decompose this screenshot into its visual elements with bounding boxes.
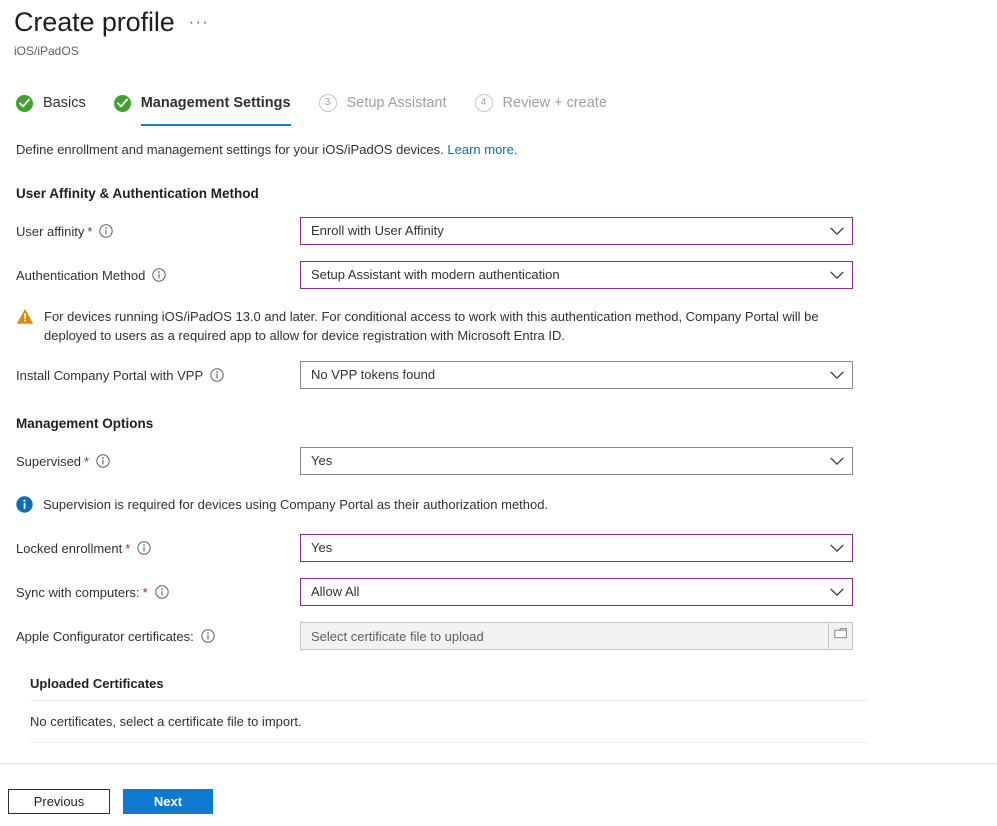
tab-basics[interactable]: Basics bbox=[16, 86, 86, 122]
check-circle-icon bbox=[113, 94, 131, 112]
tab-setup-assistant-label: Setup Assistant bbox=[346, 95, 447, 111]
label-authentication-method-text: Authentication Method bbox=[16, 267, 146, 283]
tab-management-settings[interactable]: Management Settings bbox=[113, 86, 291, 126]
dropdown-sync-with-computers[interactable]: Allow All bbox=[300, 578, 853, 606]
info-icon[interactable] bbox=[96, 454, 110, 468]
label-apple-configurator-certificates-text: Apple Configurator certificates: bbox=[16, 628, 194, 644]
check-circle-icon bbox=[16, 94, 33, 112]
field-install-company-portal-vpp: No VPP tokens found bbox=[300, 361, 853, 389]
footer-separator bbox=[0, 763, 997, 764]
step-number-4: 4 bbox=[474, 94, 493, 112]
form-content: Define enrollment and management setting… bbox=[0, 141, 997, 743]
field-row-locked-enrollment: Locked enrollment * Yes bbox=[16, 534, 981, 562]
dropdown-locked-enrollment-value: Yes bbox=[311, 540, 333, 555]
step-number-3: 3 bbox=[318, 94, 337, 112]
field-supervised: Yes bbox=[300, 447, 853, 475]
required-indicator: * bbox=[87, 223, 93, 239]
warning-message-text: For devices running iOS/iPadOS 13.0 and … bbox=[44, 309, 819, 343]
chevron-down-icon bbox=[830, 368, 844, 383]
info-message-text: Supervision is required for devices usin… bbox=[43, 497, 549, 512]
upload-row: Select certificate file to upload bbox=[300, 622, 853, 650]
dropdown-install-company-portal-vpp[interactable]: No VPP tokens found bbox=[300, 361, 853, 389]
dropdown-supervised[interactable]: Yes bbox=[300, 447, 853, 475]
label-user-affinity: User affinity * bbox=[16, 223, 300, 240]
certificate-file-input[interactable]: Select certificate file to upload bbox=[300, 622, 829, 650]
info-icon[interactable] bbox=[201, 629, 215, 643]
title-block: Create profile iOS/iPadOS bbox=[14, 6, 175, 58]
field-row-sync-with-computers: Sync with computers: * Allow All bbox=[16, 578, 981, 606]
field-row-supervised: Supervised * Yes bbox=[16, 447, 981, 475]
info-icon[interactable] bbox=[137, 541, 151, 555]
page-title: Create profile bbox=[14, 7, 175, 37]
intro-description: Define enrollment and management setting… bbox=[16, 141, 981, 159]
info-icon[interactable] bbox=[210, 368, 224, 382]
chevron-down-icon bbox=[830, 585, 844, 600]
dropdown-user-affinity[interactable]: Enroll with User Affinity bbox=[300, 217, 853, 245]
label-sync-with-computers: Sync with computers: * bbox=[16, 584, 300, 601]
info-icon[interactable] bbox=[99, 224, 114, 238]
dropdown-authentication-method[interactable]: Setup Assistant with modern authenticati… bbox=[300, 261, 853, 289]
field-authentication-method: Setup Assistant with modern authenticati… bbox=[300, 261, 853, 289]
info-circle-icon bbox=[16, 496, 33, 518]
label-locked-enrollment: Locked enrollment * bbox=[16, 540, 300, 557]
folder-icon bbox=[833, 627, 848, 645]
tab-review-create-label: Review + create bbox=[502, 95, 607, 111]
dropdown-supervised-value: Yes bbox=[311, 453, 333, 468]
label-supervised: Supervised * bbox=[16, 453, 300, 470]
dropdown-user-affinity-value: Enroll with User Affinity bbox=[311, 223, 444, 238]
field-row-install-company-portal-vpp: Install Company Portal with VPP No VPP t… bbox=[16, 361, 981, 389]
label-authentication-method: Authentication Method bbox=[16, 267, 300, 284]
field-apple-configurator-certificates: Select certificate file to upload bbox=[300, 622, 853, 650]
browse-folder-button[interactable] bbox=[829, 622, 853, 650]
page-header: Create profile iOS/iPadOS ··· bbox=[0, 0, 997, 58]
dropdown-install-company-portal-vpp-value: No VPP tokens found bbox=[311, 367, 436, 382]
more-options-icon[interactable]: ··· bbox=[189, 15, 210, 31]
field-row-authentication-method: Authentication Method Setup Assistant wi… bbox=[16, 261, 981, 289]
info-message: Supervision is required for devices usin… bbox=[16, 495, 861, 518]
required-indicator: * bbox=[142, 584, 148, 600]
required-indicator: * bbox=[125, 540, 131, 556]
next-button[interactable]: Next bbox=[123, 789, 213, 814]
learn-more-link[interactable]: Learn more. bbox=[447, 142, 517, 157]
field-sync-with-computers: Allow All bbox=[300, 578, 853, 606]
label-apple-configurator-certificates: Apple Configurator certificates: bbox=[16, 628, 300, 645]
label-sync-with-computers-text: Sync with computers: bbox=[16, 584, 140, 600]
wizard-footer: Previous Next bbox=[8, 789, 213, 814]
label-supervised-text: Supervised bbox=[16, 453, 82, 469]
chevron-down-icon bbox=[830, 541, 844, 556]
tab-review-create[interactable]: 4 Review + create bbox=[474, 86, 607, 122]
field-row-user-affinity: User affinity * Enroll with User Affinit… bbox=[16, 217, 981, 245]
dropdown-authentication-method-value: Setup Assistant with modern authenticati… bbox=[311, 267, 560, 282]
tab-basics-label: Basics bbox=[43, 95, 86, 111]
chevron-down-icon bbox=[830, 454, 844, 469]
wizard-tab-bar: Basics Management Settings 3 Setup Assis… bbox=[0, 86, 997, 126]
uploaded-certificates-header: Uploaded Certificates bbox=[30, 672, 868, 701]
required-indicator: * bbox=[84, 453, 90, 469]
intro-text: Define enrollment and management setting… bbox=[16, 142, 448, 157]
uploaded-certificates-empty-row: No certificates, select a certificate fi… bbox=[30, 701, 868, 743]
tab-management-settings-label: Management Settings bbox=[140, 95, 291, 111]
section-title-user-affinity: User Affinity & Authentication Method bbox=[16, 186, 259, 201]
tab-setup-assistant[interactable]: 3 Setup Assistant bbox=[318, 86, 447, 122]
chevron-down-icon bbox=[830, 268, 844, 283]
info-icon[interactable] bbox=[152, 268, 167, 282]
label-user-affinity-text: User affinity bbox=[16, 223, 85, 239]
label-locked-enrollment-text: Locked enrollment bbox=[16, 540, 123, 556]
field-row-apple-configurator-certificates: Apple Configurator certificates: Select … bbox=[16, 622, 981, 650]
dropdown-sync-with-computers-value: Allow All bbox=[311, 584, 360, 599]
label-install-company-portal-vpp: Install Company Portal with VPP bbox=[16, 367, 300, 384]
warning-message: For devices running iOS/iPadOS 13.0 and … bbox=[16, 307, 861, 345]
uploaded-certificates-grid: Uploaded Certificates No certificates, s… bbox=[30, 672, 868, 743]
info-icon[interactable] bbox=[154, 585, 169, 599]
dropdown-locked-enrollment[interactable]: Yes bbox=[300, 534, 853, 562]
page-subtitle: iOS/iPadOS bbox=[14, 44, 79, 58]
chevron-down-icon bbox=[830, 224, 844, 239]
section-title-management-options: Management Options bbox=[16, 416, 154, 431]
warning-triangle-icon bbox=[16, 308, 34, 330]
field-user-affinity: Enroll with User Affinity bbox=[300, 217, 853, 245]
label-install-company-portal-vpp-text: Install Company Portal with VPP bbox=[16, 367, 204, 383]
previous-button[interactable]: Previous bbox=[8, 789, 110, 814]
field-locked-enrollment: Yes bbox=[300, 534, 853, 562]
